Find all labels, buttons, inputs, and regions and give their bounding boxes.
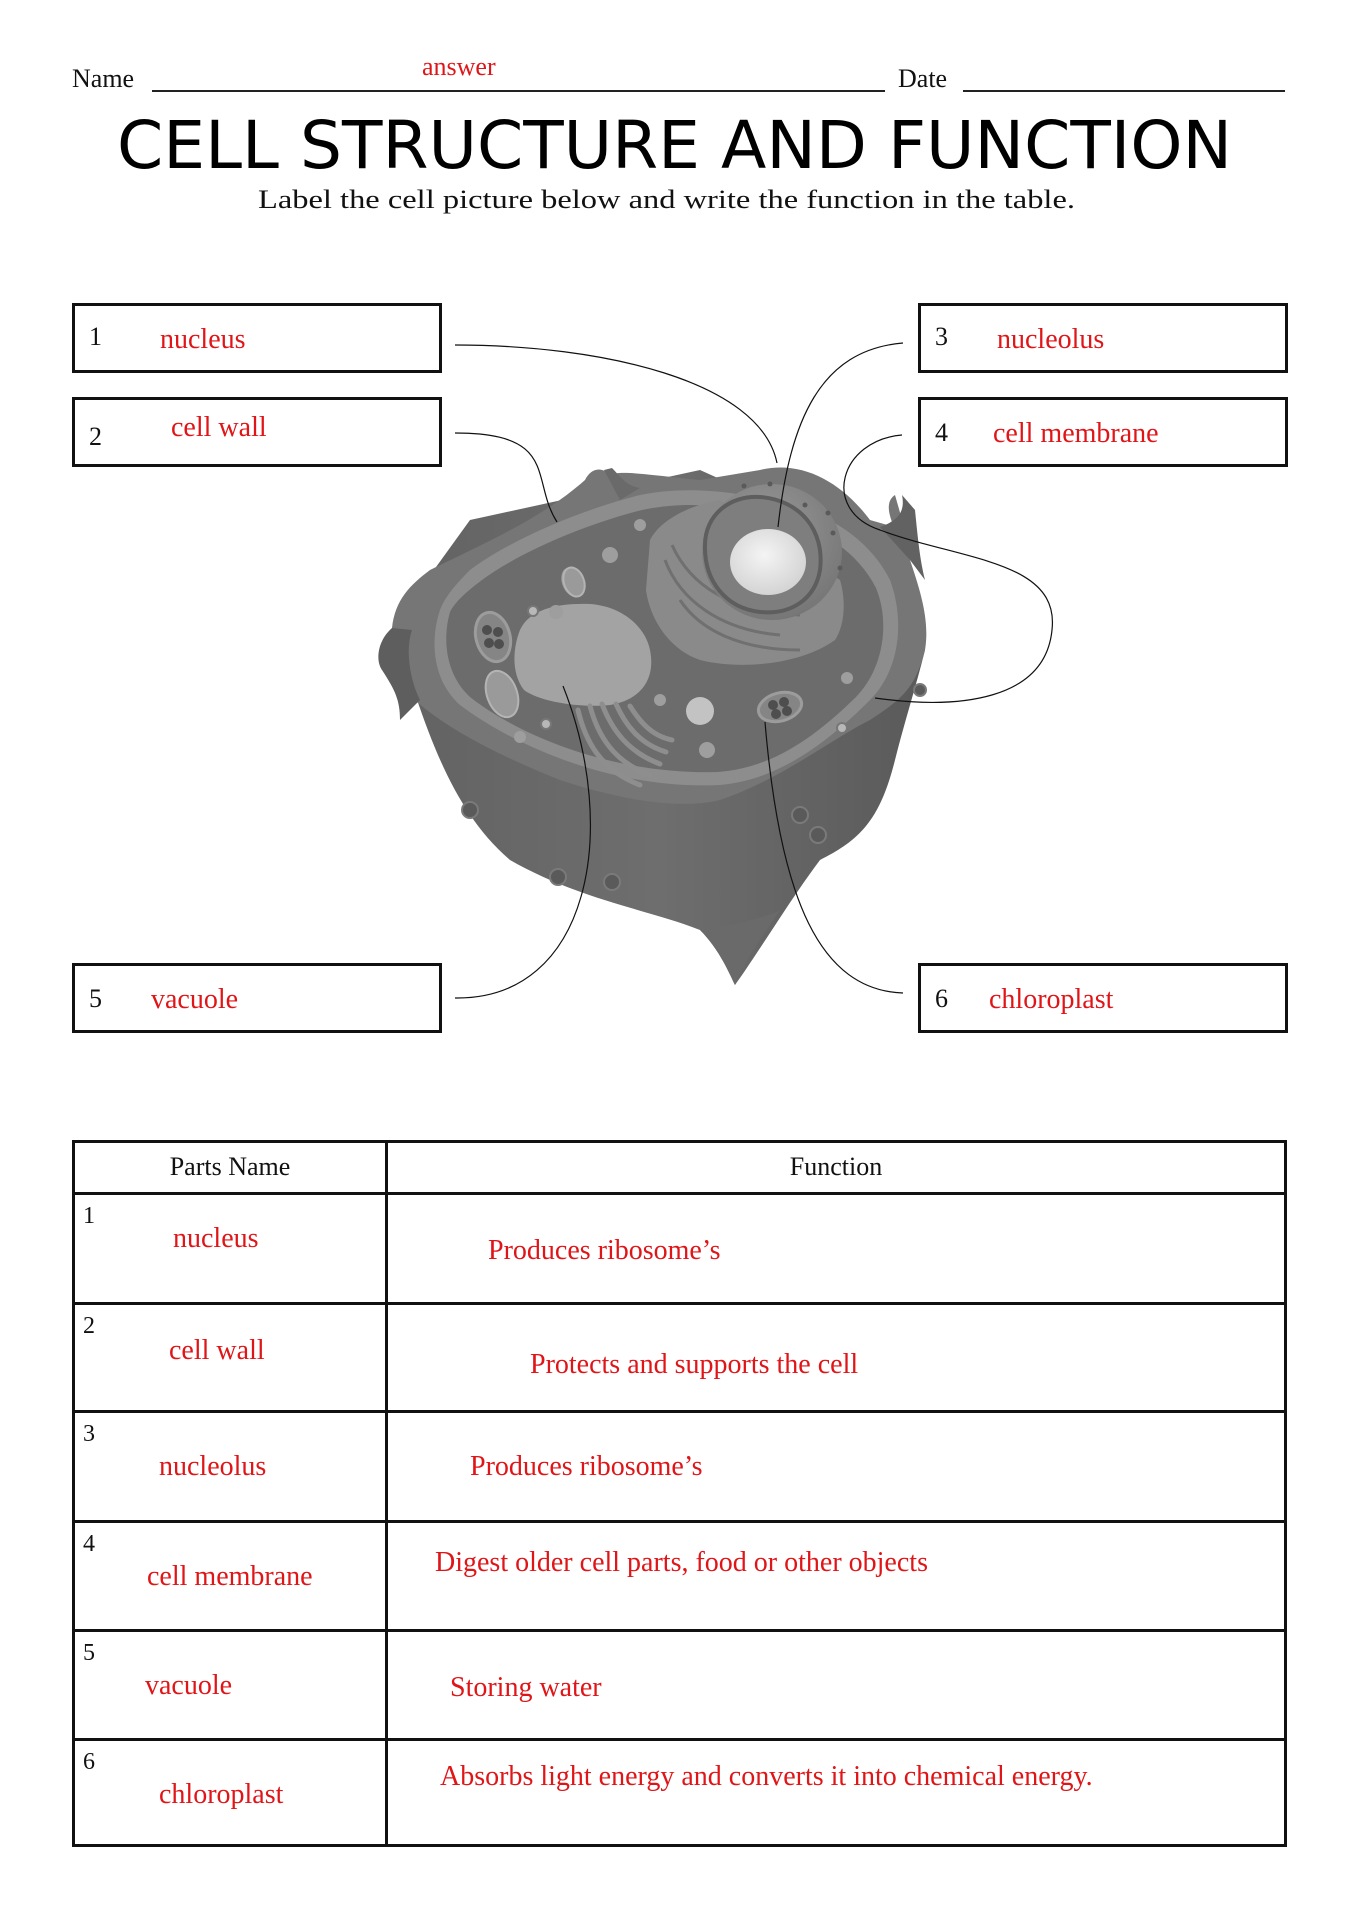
cell-body xyxy=(378,467,927,985)
label-answer[interactable]: nucleus xyxy=(160,324,246,356)
row-number: 6 xyxy=(83,1749,95,1775)
part-name[interactable]: nucleus xyxy=(173,1223,259,1255)
part-name[interactable]: nucleolus xyxy=(159,1451,266,1483)
nucleolus-shape xyxy=(730,529,806,595)
part-name[interactable]: vacuole xyxy=(145,1670,232,1702)
table-row: 4 cell membrane Digest older cell parts,… xyxy=(75,1523,1284,1632)
parts-function-table: Parts Name Function 1 nucleus Produces r… xyxy=(72,1140,1287,1847)
label-box-3[interactable]: 3 nucleolus xyxy=(918,303,1288,373)
table-row: 1 nucleus Produces ribosome’s xyxy=(75,1195,1284,1305)
label-box-5[interactable]: 5 vacuole xyxy=(72,963,442,1033)
label-box-6[interactable]: 6 chloroplast xyxy=(918,963,1288,1033)
table-row: 5 vacuole Storing water xyxy=(75,1632,1284,1741)
label-box-4[interactable]: 4 cell membrane xyxy=(918,397,1288,467)
label-number: 6 xyxy=(935,984,948,1013)
part-function[interactable]: Protects and supports the cell xyxy=(530,1349,858,1381)
row-number: 2 xyxy=(83,1313,95,1339)
row-number: 1 xyxy=(83,1203,95,1229)
label-answer[interactable]: cell wall xyxy=(171,412,267,444)
label-box-2[interactable]: 2 cell wall xyxy=(72,397,442,467)
part-function[interactable]: Absorbs light energy and converts it int… xyxy=(440,1761,1093,1793)
part-name[interactable]: cell membrane xyxy=(147,1561,313,1593)
row-number: 5 xyxy=(83,1640,95,1666)
leader-line-1 xyxy=(454,344,778,464)
label-answer[interactable]: cell membrane xyxy=(993,418,1159,450)
table-header-row: Parts Name Function xyxy=(75,1143,1284,1195)
part-function[interactable]: Storing water xyxy=(450,1672,602,1704)
label-answer[interactable]: vacuole xyxy=(151,984,238,1016)
part-function[interactable]: Produces ribosome’s xyxy=(488,1235,721,1267)
row-number: 4 xyxy=(83,1531,95,1557)
label-number: 4 xyxy=(935,418,948,447)
cell-diagram xyxy=(378,342,1053,999)
table-row: 2 cell wall Protects and supports the ce… xyxy=(75,1305,1284,1413)
table-row: 6 chloroplast Absorbs light energy and c… xyxy=(75,1741,1284,1847)
part-name[interactable]: chloroplast xyxy=(159,1779,283,1811)
header-function: Function xyxy=(789,1152,883,1181)
row-number: 3 xyxy=(83,1421,95,1447)
table-row: 3 nucleolus Produces ribosome’s xyxy=(75,1413,1284,1523)
label-answer[interactable]: chloroplast xyxy=(989,984,1113,1016)
label-number: 3 xyxy=(935,322,948,351)
label-number: 5 xyxy=(89,984,102,1013)
label-number: 2 xyxy=(89,422,102,451)
part-name[interactable]: cell wall xyxy=(169,1335,265,1367)
label-answer[interactable]: nucleolus xyxy=(997,324,1104,356)
table-column-divider xyxy=(385,1143,388,1844)
label-number: 1 xyxy=(89,322,102,351)
label-box-1[interactable]: 1 nucleus xyxy=(72,303,442,373)
part-function[interactable]: Produces ribosome’s xyxy=(470,1451,703,1483)
part-function[interactable]: Digest older cell parts, food or other o… xyxy=(435,1547,928,1579)
header-parts-name: Parts Name xyxy=(169,1152,291,1181)
